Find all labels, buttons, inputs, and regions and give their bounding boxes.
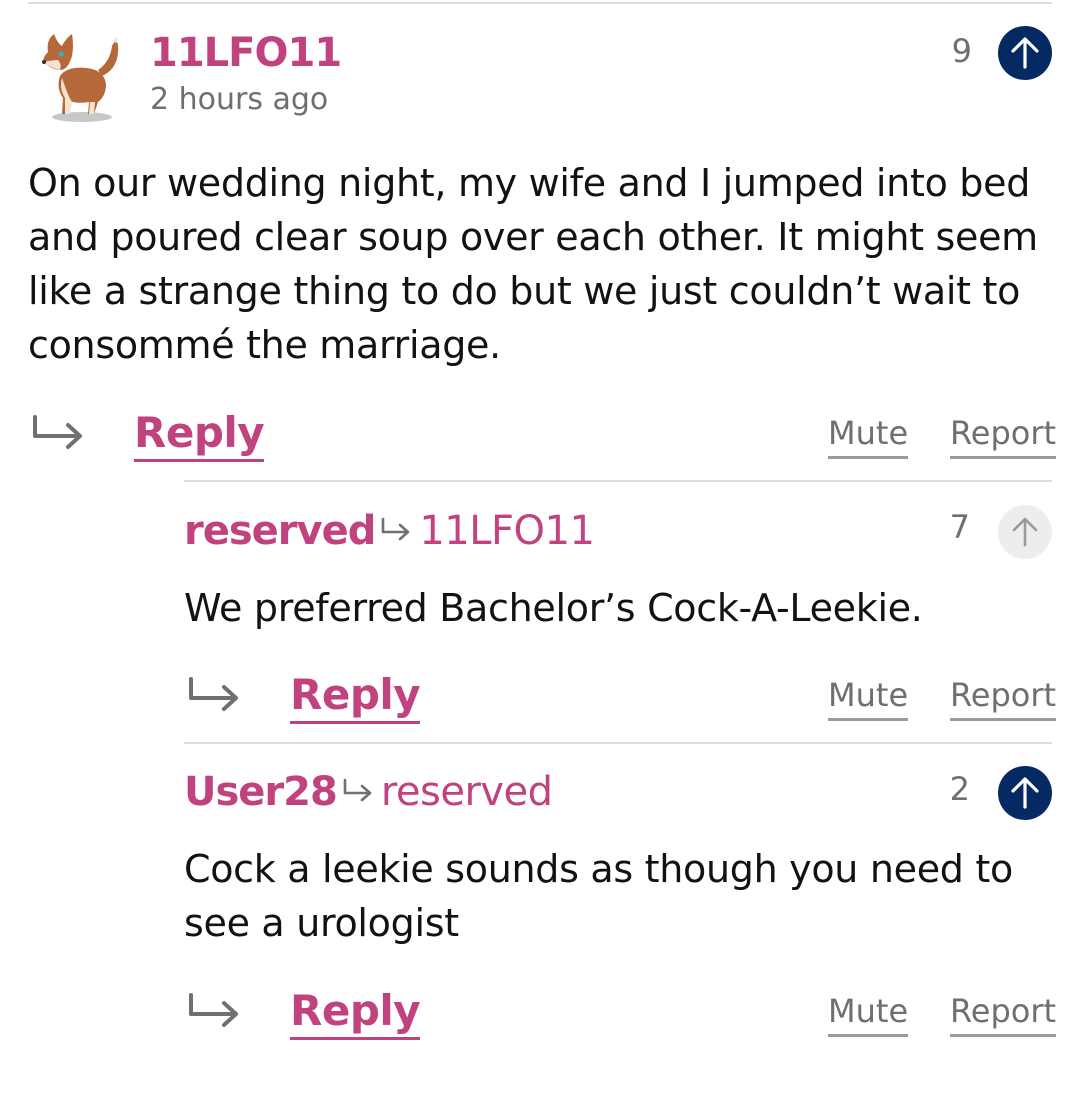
reply-divider: [184, 742, 1052, 744]
recommend-button[interactable]: [998, 766, 1052, 820]
recommend-count: 7: [949, 508, 970, 546]
recommend-count: 2: [949, 770, 970, 808]
arrow-up-icon: [1011, 37, 1039, 69]
reply-arrow-icon: [186, 992, 242, 1032]
mute-button[interactable]: Mute: [828, 992, 909, 1037]
arrow-up-icon: [1012, 517, 1038, 547]
reply-divider: [184, 480, 1052, 482]
comment-author[interactable]: reserved: [184, 508, 376, 554]
in-reply-to-user[interactable]: 11LFO11: [419, 508, 595, 554]
reply-arrow-icon: [186, 676, 242, 716]
reply-button[interactable]: Reply: [290, 670, 421, 724]
reply-header: User28 reserved: [184, 769, 553, 815]
mute-button[interactable]: Mute: [828, 676, 909, 721]
comment-author[interactable]: User28: [184, 769, 338, 815]
small-reply-arrow-icon: [341, 777, 375, 807]
reply-header: reserved 11LFO11: [184, 508, 595, 554]
mute-button[interactable]: Mute: [828, 414, 909, 459]
report-button[interactable]: Report: [950, 676, 1057, 721]
avatar[interactable]: [32, 26, 132, 126]
top-divider: [28, 2, 1052, 4]
small-reply-arrow-icon: [379, 516, 413, 546]
recommend-button[interactable]: [998, 505, 1052, 559]
in-reply-to-user[interactable]: reserved: [381, 769, 553, 815]
report-button[interactable]: Report: [950, 414, 1057, 459]
fox-dog-avatar-icon: [42, 34, 119, 122]
arrow-up-icon: [1011, 777, 1039, 809]
reply-button[interactable]: Reply: [134, 408, 265, 462]
comment-body: On our wedding night, my wife and I jump…: [28, 161, 1038, 367]
recommend-button[interactable]: [998, 26, 1052, 80]
reply-button[interactable]: Reply: [290, 986, 421, 1040]
reply-arrow-icon: [30, 414, 86, 454]
comment-body: Cock a leekie sounds as though you need …: [184, 847, 1013, 945]
recommend-count: 9: [951, 32, 972, 70]
comment-timestamp: 2 hours ago: [150, 82, 329, 117]
comment-body: We preferred Bachelor’s Cock-A-Leekie.: [184, 586, 923, 630]
report-button[interactable]: Report: [950, 992, 1057, 1037]
comment-author[interactable]: 11LFO11: [150, 30, 342, 76]
